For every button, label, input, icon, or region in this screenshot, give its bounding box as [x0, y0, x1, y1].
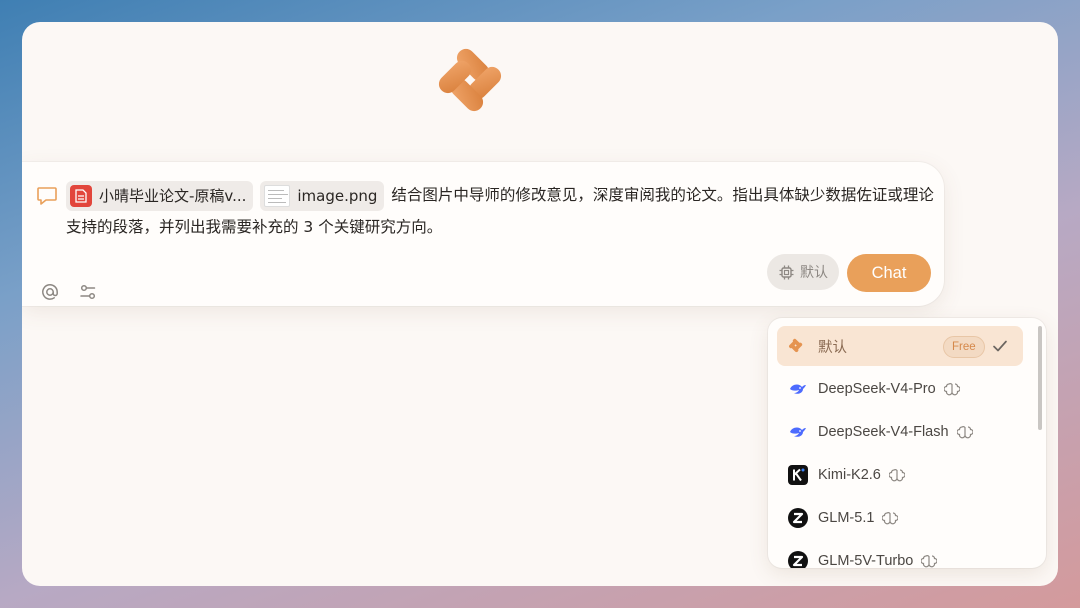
- app-window: 小晴毕业论文-原稿v... image.png 结合图片中导师的修改意见，深度审…: [22, 22, 1058, 586]
- deepseek-icon: [787, 379, 808, 400]
- model-dropdown-menu: 默认 Free DeepSeek-V4-Pro DeepSeek-V4-Flas…: [768, 318, 1046, 568]
- reasoning-brain-icon: [943, 383, 960, 396]
- message-icon: [37, 187, 57, 205]
- app-logo-icon: [787, 336, 808, 357]
- model-option-label: Kimi-K2.6: [818, 467, 881, 483]
- attachment-name: 小晴毕业论文-原稿v...: [99, 186, 247, 205]
- deepseek-icon: [787, 422, 808, 443]
- settings-sliders-icon[interactable]: [78, 282, 98, 302]
- image-thumbnail: [264, 184, 291, 207]
- model-option-glm-5v-turbo[interactable]: GLM-5V-Turbo: [777, 541, 1023, 568]
- reasoning-brain-icon: [888, 469, 905, 482]
- attachment-chip-image[interactable]: image.png: [260, 180, 385, 211]
- reasoning-brain-icon: [882, 512, 899, 525]
- send-chat-button[interactable]: Chat: [847, 254, 931, 292]
- model-option-deepseek-v4-pro[interactable]: DeepSeek-V4-Pro: [777, 369, 1023, 409]
- model-option-deepseek-v4-flash[interactable]: DeepSeek-V4-Flash: [777, 412, 1023, 452]
- attachment-chip-document[interactable]: 小晴毕业论文-原稿v...: [66, 180, 254, 211]
- mention-icon[interactable]: [40, 282, 60, 302]
- check-icon: [993, 340, 1007, 352]
- chip-icon: [779, 265, 794, 279]
- message-text-area[interactable]: 小晴毕业论文-原稿v... image.png 结合图片中导师的修改意见，深度审…: [66, 179, 936, 243]
- zhipu-icon: [787, 508, 808, 529]
- model-option-label: DeepSeek-V4-Flash: [818, 424, 949, 440]
- reasoning-brain-icon: [921, 555, 938, 568]
- model-option-default[interactable]: 默认 Free: [777, 326, 1023, 366]
- model-option-label: GLM-5V-Turbo: [818, 553, 914, 568]
- model-option-label: DeepSeek-V4-Pro: [818, 381, 936, 397]
- free-badge: Free: [943, 336, 985, 358]
- dropdown-scrollbar[interactable]: [1038, 326, 1042, 430]
- zhipu-icon: [787, 551, 808, 568]
- message-composer[interactable]: 小晴毕业论文-原稿v... image.png 结合图片中导师的修改意见，深度审…: [22, 162, 944, 306]
- model-option-label: 默认: [818, 339, 847, 356]
- model-selector-label: 默认: [800, 265, 828, 281]
- model-option-kimi-k2-6[interactable]: Kimi-K2.6: [777, 455, 1023, 495]
- app-logo-icon: [438, 48, 502, 112]
- reasoning-brain-icon: [956, 426, 973, 439]
- document-file-icon: [70, 184, 92, 207]
- kimi-icon: [787, 465, 808, 486]
- model-option-label: GLM-5.1: [818, 510, 875, 526]
- model-option-glm-5-1[interactable]: GLM-5.1: [777, 498, 1023, 538]
- attachment-name: image.png: [297, 186, 378, 205]
- model-selector-button[interactable]: 默认: [767, 254, 839, 290]
